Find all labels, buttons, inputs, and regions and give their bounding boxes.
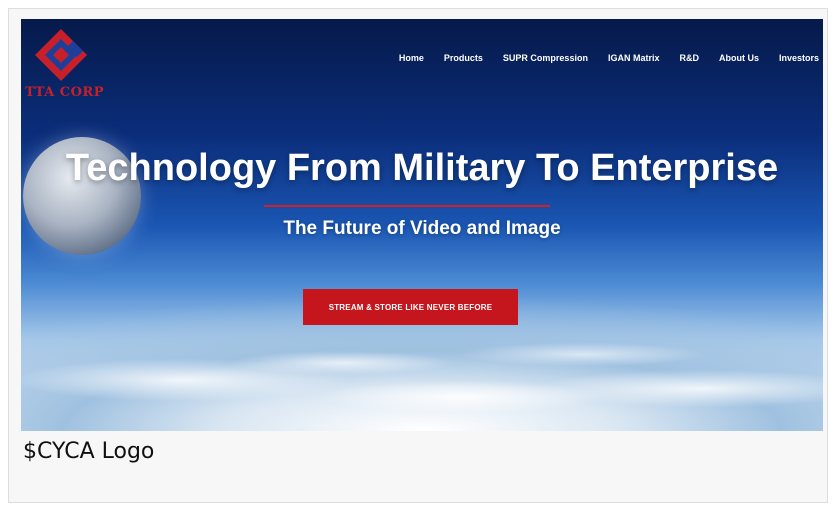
site-logo[interactable]: TTA CORP xyxy=(25,25,135,105)
tta-diamond-logo-icon xyxy=(35,29,87,81)
nav-item-rd[interactable]: R&D xyxy=(679,53,699,63)
website-screenshot: TTA CORP Home Products SUPR Compression … xyxy=(21,19,823,431)
headline-underline xyxy=(264,205,550,207)
logo-text: TTA CORP xyxy=(25,85,105,100)
cloud-layer xyxy=(21,261,823,431)
hero-subheadline: The Future of Video and Image xyxy=(283,218,561,239)
hero-headline: Technology From Military To Enterprise xyxy=(65,147,779,189)
top-nav: Home Products SUPR Compression IGAN Matr… xyxy=(399,53,819,63)
nav-item-supr-compression[interactable]: SUPR Compression xyxy=(503,53,588,63)
nav-item-about-us[interactable]: About Us xyxy=(719,53,759,63)
image-caption: $CYCA Logo xyxy=(23,439,155,464)
nav-item-investors[interactable]: Investors xyxy=(779,53,819,63)
image-card: TTA CORP Home Products SUPR Compression … xyxy=(8,8,828,503)
nav-item-home[interactable]: Home xyxy=(399,53,424,63)
nav-item-products[interactable]: Products xyxy=(444,53,483,63)
stream-store-button[interactable]: STREAM & STORE LIKE NEVER BEFORE xyxy=(303,289,518,325)
nav-item-igan-matrix[interactable]: IGAN Matrix xyxy=(608,53,660,63)
